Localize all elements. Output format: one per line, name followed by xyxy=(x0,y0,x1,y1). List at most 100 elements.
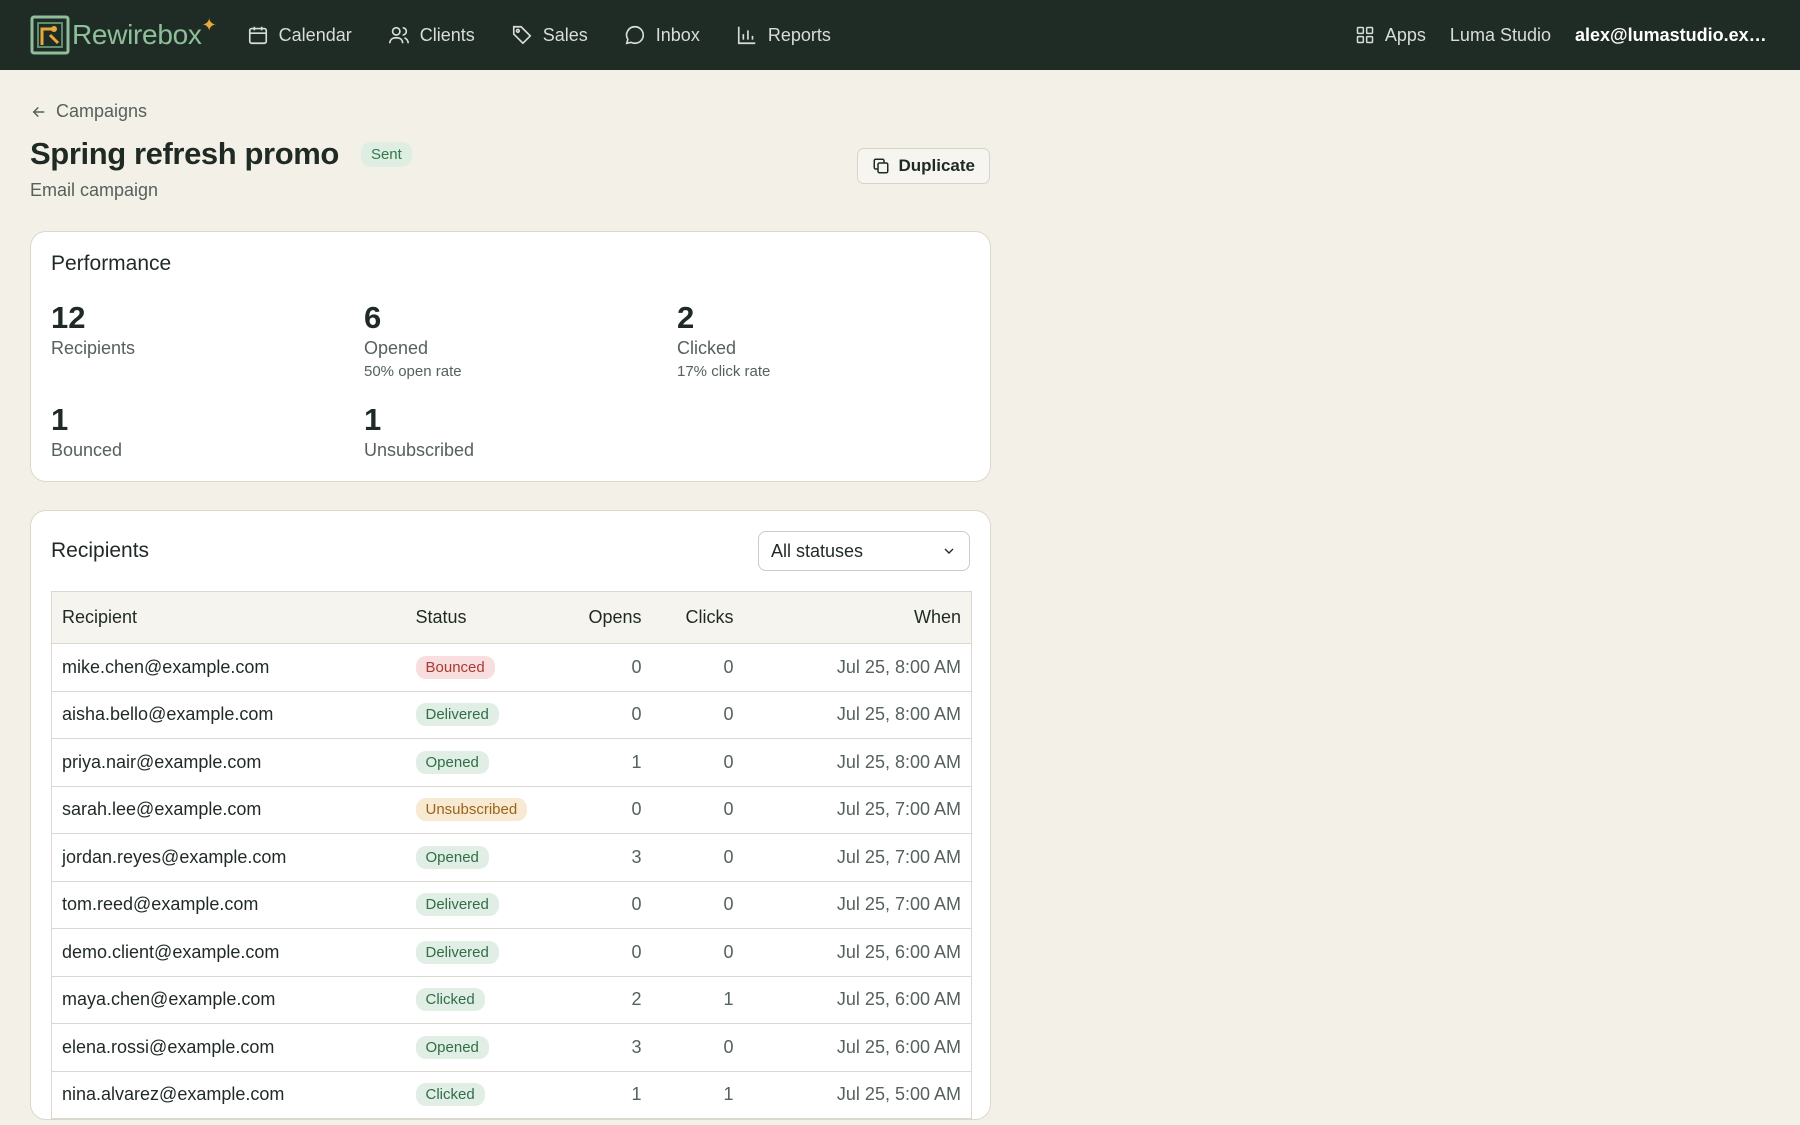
column-header-opens[interactable]: Opens xyxy=(555,591,652,644)
sparkle-icon: ✦ xyxy=(201,14,217,35)
back-label: Campaigns xyxy=(56,101,148,121)
recipients-card: Recipients All statuses Recipient Status… xyxy=(30,510,991,1120)
chat-icon xyxy=(625,25,644,45)
table-row[interactable]: jordan.reyes@example.com Opened 3 0 Jul 25, … xyxy=(51,833,972,882)
when-cell: Jul 25, 6:00 AM xyxy=(743,1023,972,1072)
nav-item-clients[interactable]: Clients xyxy=(388,24,475,46)
status-badge: Clicked xyxy=(415,1083,485,1107)
workspace-switcher[interactable]: Luma Studio xyxy=(1450,25,1551,46)
when-cell: Jul 25, 8:00 AM xyxy=(743,691,972,739)
status-badge: Delivered xyxy=(415,893,499,917)
top-navigation-bar: Rewirebox ✦ Calendar Clients Sales Inbox… xyxy=(0,0,1800,70)
column-header-status[interactable]: Status xyxy=(405,591,556,644)
when-cell: Jul 25, 8:00 AM xyxy=(743,643,972,692)
nav-label: Reports xyxy=(767,24,831,45)
opens-cell: 0 xyxy=(555,691,652,739)
main-nav: Calendar Clients Sales Inbox Reports xyxy=(247,24,867,46)
users-icon xyxy=(388,26,409,44)
calendar-icon xyxy=(248,26,267,45)
clicks-cell: 1 xyxy=(651,976,744,1024)
clicks-cell: 0 xyxy=(651,786,744,834)
bar-chart-icon xyxy=(737,26,756,45)
table-row[interactable]: tom.reed@example.com Delivered 0 0 Jul 25, 7… xyxy=(51,881,972,929)
nav-label: Calendar xyxy=(278,24,352,45)
clicks-cell: 0 xyxy=(651,738,744,787)
status-cell: Clicked xyxy=(405,1071,556,1119)
stat-label: Recipients xyxy=(51,338,136,358)
back-link[interactable]: Campaigns xyxy=(30,101,147,122)
recipient-email: tom.reed@example.com xyxy=(51,881,406,929)
status-cell: Opened xyxy=(405,1023,556,1072)
recipient-email: elena.rossi@example.com xyxy=(51,1023,406,1072)
column-header-recipient[interactable]: Recipient xyxy=(51,591,406,644)
table-row[interactable]: sarah.lee@example.com Unsubscribed 0 0 Jul 2… xyxy=(51,786,972,834)
nav-label: Inbox xyxy=(655,24,700,45)
page-subtitle: Email campaign xyxy=(30,180,159,200)
clicks-cell: 0 xyxy=(651,1023,744,1072)
stat-unsubscribed: 1 Unsubscribed xyxy=(364,402,677,461)
stat-label: Bounced xyxy=(51,440,123,460)
nav-item-sales[interactable]: Sales xyxy=(511,24,588,46)
nav-item-calendar[interactable]: Calendar xyxy=(247,24,352,46)
arrow-left-icon xyxy=(32,106,45,117)
opens-cell: 0 xyxy=(555,881,652,929)
stat-label: Clicked xyxy=(677,338,737,358)
stat-value: 12 xyxy=(51,300,86,335)
duplicate-button[interactable]: Duplicate xyxy=(857,148,990,184)
status-badge: Clicked xyxy=(415,988,485,1012)
stat-recipients: 12 Recipients xyxy=(51,300,364,380)
stat-value: 6 xyxy=(364,300,382,335)
opens-cell: 3 xyxy=(555,1023,652,1072)
table-header-row: Recipient Status Opens Clicks When xyxy=(51,591,972,644)
status-cell: Delivered xyxy=(405,881,556,929)
clicks-cell: 1 xyxy=(651,1071,744,1119)
recipient-email: aisha.bello@example.com xyxy=(51,691,406,739)
status-badge: Unsubscribed xyxy=(415,798,528,822)
status-cell: Delivered xyxy=(405,928,556,977)
status-filter-select[interactable]: All statuses xyxy=(758,531,970,571)
table-row[interactable]: maya.chen@example.com Clicked 2 1 Jul 25, 6:… xyxy=(51,976,972,1024)
stat-value: 1 xyxy=(51,402,69,437)
stat-value: 2 xyxy=(677,300,695,335)
clicks-cell: 0 xyxy=(651,643,744,692)
recipient-email: demo.client@example.com xyxy=(51,928,406,977)
status-badge: Sent xyxy=(360,141,412,167)
when-cell: Jul 25, 8:00 AM xyxy=(743,738,972,787)
recipients-title: Recipients xyxy=(51,539,150,562)
table-row[interactable]: demo.client@example.com Delivered 0 0 Jul 25… xyxy=(51,928,972,977)
status-cell: Opened xyxy=(405,738,556,787)
stat-subtext: 50% open rate xyxy=(364,363,462,380)
nav-item-inbox[interactable]: Inbox xyxy=(624,24,700,46)
user-menu[interactable]: alex@lumastudio.exam... xyxy=(1575,25,1770,46)
table-row[interactable]: priya.nair@example.com Opened 1 0 Jul 25, 8:… xyxy=(51,738,972,787)
status-cell: Unsubscribed xyxy=(405,786,556,834)
recipient-email: jordan.reyes@example.com xyxy=(51,833,406,882)
recipient-email: maya.chen@example.com xyxy=(51,976,406,1024)
opens-cell: 0 xyxy=(555,643,652,692)
performance-card: Performance 12 Recipients 6 Opened 50% o… xyxy=(30,231,991,482)
column-header-when[interactable]: When xyxy=(743,591,972,644)
nav-item-reports[interactable]: Reports xyxy=(736,24,831,46)
status-cell: Opened xyxy=(405,833,556,882)
opens-cell: 1 xyxy=(555,1071,652,1119)
column-header-clicks[interactable]: Clicks xyxy=(651,591,744,644)
status-filter-value: All statuses xyxy=(771,540,864,561)
status-badge: Delivered xyxy=(415,703,499,727)
app-logo[interactable]: Rewirebox ✦ xyxy=(30,15,217,55)
table-row[interactable]: nina.alvarez@example.com Clicked 1 1 Jul 25,… xyxy=(51,1071,972,1119)
opens-cell: 0 xyxy=(555,928,652,977)
table-row[interactable]: mike.chen@example.com Bounced 0 0 Jul 25, 8:… xyxy=(51,643,972,692)
chevron-down-icon xyxy=(944,548,954,554)
apps-button[interactable]: Apps xyxy=(1355,25,1426,46)
table-row[interactable]: elena.rossi@example.com Opened 3 0 Jul 25, 6… xyxy=(51,1023,972,1072)
app-name: Rewirebox xyxy=(72,19,202,50)
when-cell: Jul 25, 5:00 AM xyxy=(743,1071,972,1119)
status-cell: Delivered xyxy=(405,691,556,739)
grid-icon xyxy=(1356,26,1374,44)
clicks-cell: 0 xyxy=(651,691,744,739)
stat-opened: 6 Opened 50% open rate xyxy=(364,300,677,380)
nav-right: Apps Luma Studio alex@lumastudio.exam... xyxy=(1355,25,1770,46)
table-row[interactable]: aisha.bello@example.com Delivered 0 0 Jul 25… xyxy=(51,691,972,739)
stats-grid: 12 Recipients 6 Opened 50% open rate 2 C… xyxy=(51,300,970,461)
when-cell: Jul 25, 7:00 AM xyxy=(743,833,972,882)
